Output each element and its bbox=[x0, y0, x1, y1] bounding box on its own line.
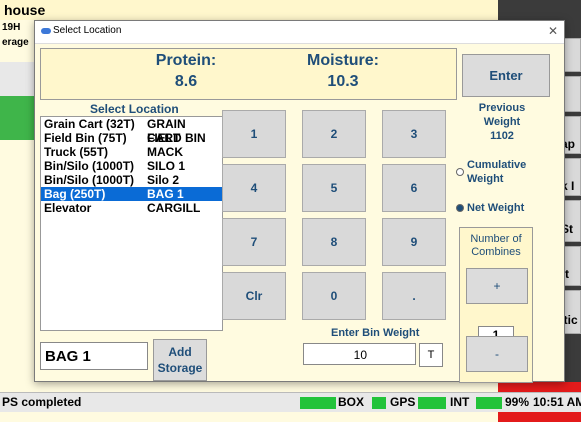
location-name: FIELD BIN bbox=[147, 131, 206, 145]
location-type: Bin/Silo (1000T) bbox=[44, 159, 135, 173]
left-info-text: 19H bbox=[2, 22, 21, 33]
location-type: Truck (55T) bbox=[44, 145, 109, 159]
select-location-title: Select Location bbox=[90, 102, 179, 116]
location-list[interactable]: Grain Cart (32T) GRAIN CART Field Bin (75T… bbox=[40, 116, 223, 331]
combines-minus-button[interactable]: - bbox=[466, 336, 528, 372]
keypad-key-2[interactable]: 2 bbox=[302, 110, 366, 158]
left-info-text-2: erage bbox=[2, 37, 29, 48]
keypad-key-0[interactable]: 0 bbox=[302, 272, 366, 320]
location-type: Bag (250T) bbox=[44, 187, 106, 201]
keypad-key-9[interactable]: 9 bbox=[382, 218, 446, 266]
radio-cumulative-weight[interactable]: Cumulative Weight bbox=[456, 158, 527, 186]
keypad-key-5[interactable]: 5 bbox=[302, 164, 366, 212]
location-row[interactable]: Bin/Silo (1000T) SILO 1 bbox=[41, 159, 222, 173]
location-type: Bin/Silo (1000T) bbox=[44, 173, 135, 187]
box-indicator bbox=[300, 396, 336, 409]
dialog-title: Select Location bbox=[53, 25, 122, 36]
app-icon bbox=[41, 28, 51, 34]
enter-button[interactable]: Enter bbox=[462, 54, 550, 97]
status-gps: GPS bbox=[390, 395, 416, 409]
bin-weight-unit[interactable]: T bbox=[419, 343, 443, 367]
moisture-value: 10.3 bbox=[327, 73, 359, 90]
keypad-key-7[interactable]: 7 bbox=[222, 218, 286, 266]
app-title: house bbox=[0, 0, 502, 20]
keypad-key-clear[interactable]: Clr bbox=[222, 272, 286, 320]
combines-label: Number of Combines bbox=[470, 233, 522, 258]
keypad-key-6[interactable]: 6 bbox=[382, 164, 446, 212]
location-row[interactable]: Bin/Silo (1000T) Silo 2 bbox=[41, 173, 222, 187]
dialog-titlebar: Select Location ✕ bbox=[35, 21, 564, 44]
location-name: CARGILL bbox=[147, 201, 201, 215]
int-indicator bbox=[418, 396, 446, 409]
battery-indicator bbox=[476, 396, 502, 409]
location-type: Field Bin (75T) bbox=[44, 131, 127, 145]
radio-cumulative-dot[interactable] bbox=[456, 168, 464, 176]
status-bar: PS completed BOX GPS INT 99% 10:51 AM 09… bbox=[0, 392, 581, 412]
status-int: INT bbox=[450, 395, 470, 409]
location-name: Silo 2 bbox=[147, 173, 180, 187]
location-name: MACK bbox=[147, 145, 183, 159]
location-type: Grain Cart (32T) bbox=[44, 117, 135, 131]
status-message: PS completed bbox=[2, 395, 82, 409]
location-row[interactable]: Grain Cart (32T) GRAIN CART bbox=[41, 117, 222, 145]
storage-name-input[interactable]: BAG 1 bbox=[40, 342, 148, 370]
gps-indicator bbox=[372, 396, 386, 409]
keypad-key-3[interactable]: 3 bbox=[382, 110, 446, 158]
radio-net-label: Net Weight bbox=[467, 202, 525, 214]
location-type: Elevator bbox=[44, 201, 92, 215]
previous-weight-label: Previous Weight bbox=[478, 102, 526, 128]
status-clock: 10:51 AM 09/ bbox=[533, 395, 581, 409]
radio-cumulative-label: Cumulative Weight bbox=[467, 159, 527, 185]
status-box: BOX bbox=[338, 395, 365, 409]
radio-net-dot[interactable] bbox=[456, 204, 464, 213]
combines-panel: Number of Combines + 1 - bbox=[459, 227, 533, 383]
radio-net-weight[interactable]: Net Weight bbox=[456, 202, 524, 214]
close-icon[interactable]: ✕ bbox=[548, 24, 558, 38]
status-battery: 99% bbox=[505, 395, 530, 409]
bin-weight-input[interactable]: 10 bbox=[303, 343, 416, 365]
readings-panel: Protein: 8.6 Moisture: 10.3 bbox=[40, 48, 457, 100]
previous-weight-block: Previous Weight 1102 bbox=[447, 101, 557, 143]
green-indicator bbox=[0, 96, 34, 140]
location-row[interactable]: Elevator CARGILL bbox=[41, 201, 222, 215]
location-row[interactable]: Field Bin (75T) FIELD BIN bbox=[41, 131, 222, 145]
add-storage-button[interactable]: Add Storage bbox=[153, 339, 207, 381]
protein-label: Protein: bbox=[155, 52, 217, 69]
keypad-key-1[interactable]: 1 bbox=[222, 110, 286, 158]
location-row[interactable]: Truck (55T) MACK bbox=[41, 145, 222, 159]
silo-image bbox=[0, 62, 34, 96]
enter-bin-weight-label: Enter Bin Weight bbox=[331, 327, 420, 339]
keypad-key-8[interactable]: 8 bbox=[302, 218, 366, 266]
previous-weight-value: 1102 bbox=[490, 130, 514, 142]
protein-value: 8.6 bbox=[174, 73, 198, 90]
location-row[interactable]: Bag (250T) BAG 1 bbox=[41, 187, 222, 201]
location-name: BAG 1 bbox=[147, 187, 184, 201]
keypad-key-4[interactable]: 4 bbox=[222, 164, 286, 212]
location-name: SILO 1 bbox=[147, 159, 186, 173]
moisture-label: Moisture: bbox=[307, 52, 379, 69]
keypad-key-decimal[interactable]: . bbox=[382, 272, 446, 320]
select-location-dialog: Select Location ✕ Protein: 8.6 Moisture:… bbox=[34, 20, 565, 383]
combines-plus-button[interactable]: + bbox=[466, 268, 528, 304]
